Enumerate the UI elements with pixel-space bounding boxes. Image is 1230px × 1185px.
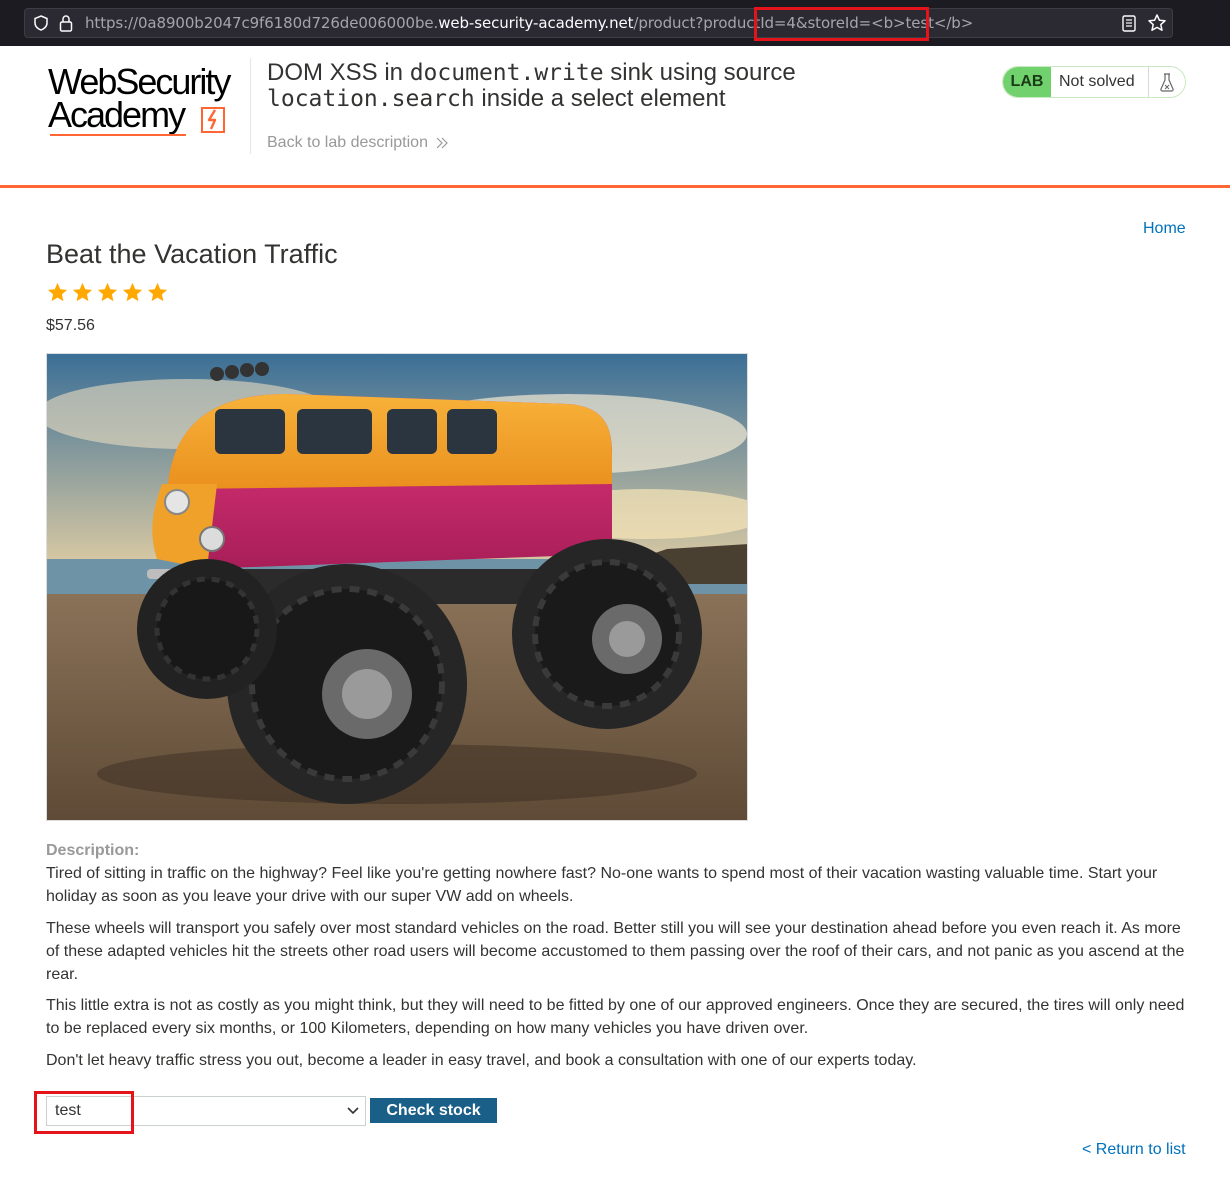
- browser-toolbar: https://0a8900b2047c9f6180d726de006000be…: [0, 0, 1230, 46]
- lab-title: DOM XSS in document.write sink using sou…: [267, 60, 967, 112]
- logo-underline: [50, 134, 186, 136]
- lab-badge: LAB: [1003, 67, 1051, 97]
- double-chevron-right-icon: [436, 137, 448, 149]
- chevron-down-icon: [347, 1107, 359, 1115]
- lab-title-text: DOM XSS in: [267, 59, 410, 86]
- star-icon: [122, 282, 143, 302]
- star-icon: [72, 282, 93, 302]
- description-paragraph: These wheels will transport you safely o…: [46, 920, 1185, 983]
- star-icon: [147, 282, 168, 302]
- product-image: [46, 353, 748, 821]
- lab-status-widget: LAB Not solved: [1002, 66, 1186, 98]
- select-highlight-box: [34, 1091, 134, 1134]
- lab-title-code: location.search: [267, 86, 475, 112]
- description-paragraph: This little extra is not as costly as yo…: [46, 997, 1185, 1037]
- back-link-label: Back to lab description: [267, 134, 428, 151]
- shield-icon[interactable]: [33, 15, 49, 31]
- url-prefix: https://0a8900b2047c9f6180d726de006000be…: [85, 14, 439, 32]
- url-highlight-box: [754, 7, 929, 41]
- back-to-lab-description-link[interactable]: Back to lab description: [267, 134, 448, 152]
- reader-view-icon[interactable]: [1122, 15, 1136, 32]
- lab-title-text: inside a select element: [474, 85, 726, 112]
- rating-stars: [46, 281, 169, 304]
- return-to-list-link[interactable]: < Return to list: [1082, 1141, 1186, 1159]
- bookmark-star-icon[interactable]: [1147, 13, 1167, 33]
- description-paragraph: Don't let heavy traffic stress you out, …: [46, 1052, 917, 1069]
- web-security-academy-logo[interactable]: WebSecurity Academy: [48, 64, 248, 142]
- product-title: Beat the Vacation Traffic: [46, 239, 338, 269]
- product-price: $57.56: [46, 317, 95, 334]
- lab-title-text: sink using source: [603, 59, 796, 86]
- home-link[interactable]: Home: [1143, 220, 1186, 238]
- star-icon: [47, 282, 68, 302]
- lock-icon[interactable]: [59, 14, 73, 32]
- url-domain: web-security-academy.net: [438, 14, 634, 32]
- lab-header: WebSecurity Academy DOM XSS in document.…: [0, 46, 1230, 188]
- check-stock-button[interactable]: Check stock: [370, 1098, 497, 1123]
- star-icon: [97, 282, 118, 302]
- header-divider: [250, 58, 251, 154]
- description-label: Description:: [46, 842, 140, 859]
- logo-bolt-icon: [201, 107, 225, 133]
- lab-title-code: document.write: [409, 60, 604, 86]
- lab-status-text: Not solved: [1051, 67, 1149, 97]
- monster-van-illustration: [47, 354, 747, 820]
- logo-line2: Academy: [48, 94, 186, 135]
- flask-icon: [1149, 67, 1185, 97]
- address-bar[interactable]: https://0a8900b2047c9f6180d726de006000be…: [24, 8, 1173, 38]
- description-paragraph: Tired of sitting in traffic on the highw…: [46, 865, 1158, 905]
